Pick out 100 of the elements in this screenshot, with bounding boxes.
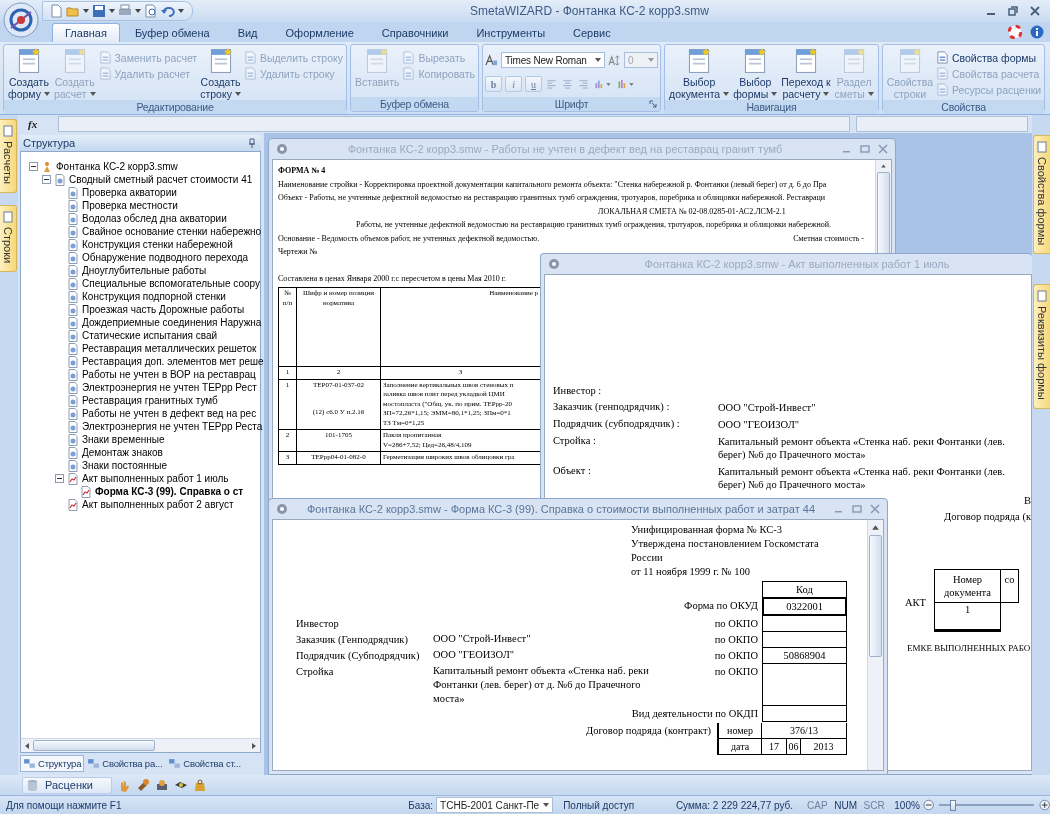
- document-icon: [67, 277, 79, 290]
- ribbon-button[interactable]: Выбор формы: [731, 47, 780, 100]
- document-icon: [67, 290, 79, 303]
- caret-icon[interactable]: [178, 9, 184, 13]
- slider-thumb[interactable]: [950, 799, 957, 811]
- preview-icon[interactable]: [144, 4, 158, 18]
- vertical-scrollbar[interactable]: [867, 520, 883, 770]
- side-tab[interactable]: Расчеты: [0, 119, 17, 193]
- pin-icon[interactable]: [248, 138, 256, 148]
- tree-item[interactable]: Форма КС-3 (99). Справка о ст: [95, 486, 244, 497]
- tree-item[interactable]: Дождеприемные соединения Наружна: [82, 317, 262, 328]
- side-tab[interactable]: Строки: [0, 204, 17, 273]
- expander-icon[interactable]: [55, 474, 64, 483]
- tree-item[interactable]: Проверка местности: [82, 200, 178, 211]
- table-cell: 06: [787, 739, 801, 755]
- tree-item[interactable]: Конструкция подпорной стенки: [82, 291, 226, 302]
- party-label: Подрядчик (Субподрядчик): [296, 649, 421, 663]
- info-icon[interactable]: [1030, 25, 1044, 39]
- expander-icon[interactable]: [42, 175, 51, 184]
- tree-item[interactable]: Обнаружение подводного перехода: [82, 252, 249, 263]
- format-button[interactable]: b: [485, 76, 502, 92]
- dialog-launcher-icon[interactable]: [649, 100, 657, 108]
- formula-field[interactable]: [856, 116, 1028, 132]
- ribbon-tab[interactable]: Сервис: [560, 23, 624, 42]
- ribbon-button[interactable]: Создать форму: [6, 47, 52, 100]
- caret-icon[interactable]: [83, 9, 89, 13]
- close-icon[interactable]: [870, 504, 880, 514]
- close-icon[interactable]: [1030, 6, 1040, 16]
- document-icon: [67, 316, 79, 329]
- horizontal-scrollbar[interactable]: [21, 738, 260, 752]
- vertical-scrollbar[interactable]: [875, 160, 891, 255]
- tree-item[interactable]: Свайное основание стенки набережно: [82, 226, 262, 237]
- tree-item[interactable]: Работы не учтен в ВОР на реставрац: [82, 369, 256, 380]
- tree-item[interactable]: Дноуглубительные работы: [82, 265, 207, 276]
- panel-tab[interactable]: Свойства ра...: [84, 754, 166, 772]
- tree-item[interactable]: Акт выполненных работ 2 август: [82, 499, 234, 510]
- ribbon-tab[interactable]: Главная: [52, 23, 120, 42]
- ribbon-button[interactable]: Выбор документа: [667, 47, 732, 100]
- font-field[interactable]: Times New Roman: [501, 52, 605, 68]
- tree-item[interactable]: Проезжая часть Дорожные работы: [82, 304, 245, 315]
- panel-tab[interactable]: Структура: [20, 754, 85, 772]
- format-button[interactable]: i: [505, 76, 522, 92]
- ribbon-tab[interactable]: Оформление: [272, 23, 367, 42]
- ribbon-button[interactable]: Свойства формы: [934, 50, 1043, 65]
- ribbon-tab[interactable]: Справочники: [368, 23, 462, 42]
- document-icon: [67, 394, 79, 407]
- tree-item[interactable]: Работы не учтен в дефект вед на рес: [82, 408, 257, 419]
- document-icon: [935, 67, 949, 80]
- expander-icon[interactable]: [29, 162, 38, 171]
- document-icon: [98, 51, 112, 64]
- rates-button[interactable]: Расценки: [22, 776, 112, 794]
- format-button[interactable]: u: [525, 76, 542, 92]
- close-icon[interactable]: [878, 144, 888, 154]
- tree-item[interactable]: Электроэнергия не учтен ТЕРрр Рест: [82, 382, 257, 393]
- tree-item[interactable]: Реставрация доп. элементов мет реше: [82, 356, 264, 367]
- zoom-out-icon[interactable]: [922, 799, 934, 811]
- ribbon-button[interactable]: Переход к расчету: [779, 47, 833, 100]
- caret-icon[interactable]: [109, 9, 115, 13]
- tree-item[interactable]: Сводный сметный расчет стоимости 41: [69, 174, 253, 185]
- bar-chart-icon[interactable]: [616, 77, 636, 91]
- document-icon: [67, 251, 79, 264]
- restore-icon[interactable]: [1008, 6, 1018, 16]
- window-title: Фонтанка КС-2 корр3.smw - Форма КС-3 (99). Справка о стоимости выполненных работ и затрат 44: [305, 503, 817, 515]
- ribbon-tab[interactable]: Инструменты: [463, 23, 559, 42]
- maximize-icon[interactable]: [852, 504, 862, 514]
- side-tab[interactable]: Свойства формы: [1033, 135, 1050, 255]
- zoom-in-icon[interactable]: [1038, 799, 1050, 811]
- save-icon[interactable]: [92, 4, 106, 18]
- tree-item[interactable]: Водолаз обслед дна акватории: [82, 213, 227, 224]
- tree-item[interactable]: Знаки временные: [82, 434, 165, 445]
- tree-item[interactable]: Конструкция стенки набережной: [82, 239, 233, 250]
- ribbon-tab[interactable]: Вид: [224, 23, 271, 42]
- document-icon: [2, 125, 14, 137]
- tree-item[interactable]: Акт выполненных работ 1 июль: [82, 473, 229, 484]
- tree-item[interactable]: Статические испытания свай: [82, 330, 218, 341]
- tree-item[interactable]: Реставрация гранитных тумб: [82, 395, 218, 406]
- maximize-icon[interactable]: [860, 144, 870, 154]
- document-icon: [67, 186, 79, 199]
- tree-item[interactable]: Проверка акватории: [82, 187, 177, 198]
- side-tab[interactable]: Реквизиты формы: [1033, 284, 1050, 409]
- tree-item[interactable]: Фонтанка КС-2 корр3.smw: [56, 161, 178, 172]
- window-title-bar[interactable]: Фонтанка КС-2 корр3.smw - Форма КС-3 (99). Справка о стоимости выполненных работ и затрат 44: [272, 499, 884, 519]
- ribbon-button[interactable]: Создать строку: [198, 47, 243, 100]
- undo-icon[interactable]: [161, 4, 175, 18]
- formula-field[interactable]: [58, 116, 850, 132]
- caret-icon: [723, 92, 730, 96]
- ribbon-tab[interactable]: Буфер обмена: [121, 23, 223, 42]
- database-dropdown[interactable]: ТСНБ-2001 Санкт-Пе: [436, 797, 554, 813]
- tree-item[interactable]: Демонтаж знаков: [82, 447, 163, 458]
- tree-item[interactable]: Знаки постоянные: [82, 460, 168, 471]
- lifebuoy-icon[interactable]: [1008, 25, 1022, 39]
- panel-tab[interactable]: Свойства ст...: [165, 754, 244, 772]
- new-document-icon[interactable]: [49, 4, 63, 18]
- tree-item[interactable]: Специальные вспомогательные соору: [82, 278, 261, 289]
- caret-icon[interactable]: [135, 9, 141, 13]
- tool-icon[interactable]: [154, 778, 169, 792]
- window-title: Фонтанка КС-2 корр3.smw - Работы не учтен в дефект вед на реставрац гранит тумб: [346, 143, 784, 155]
- font-size-icon: [608, 53, 621, 67]
- tree-item[interactable]: Реставрация металлических решеток: [82, 343, 257, 354]
- tree-item[interactable]: Электроэнергия не учтен ТЕРрр Реста: [82, 421, 263, 432]
